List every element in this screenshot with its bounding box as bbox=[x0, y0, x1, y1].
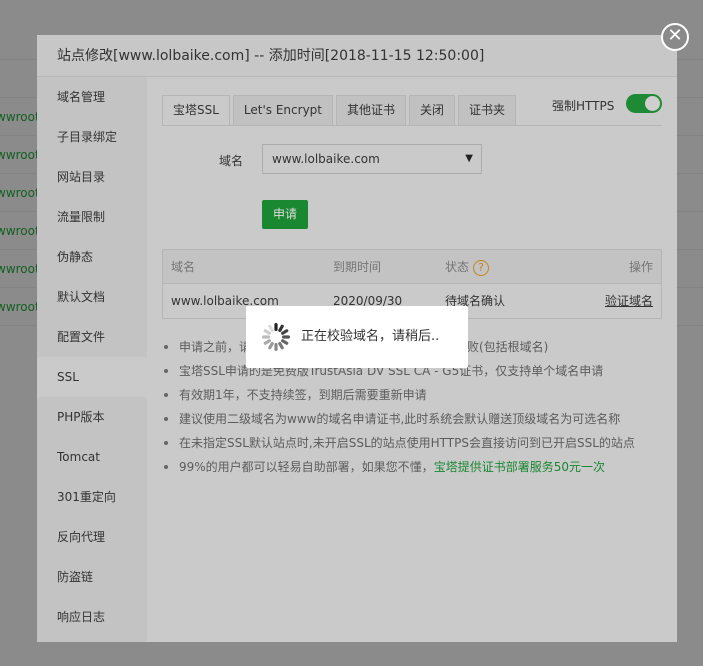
dialog-title: 站点修改[www.lolbaike.com] -- 添加时间[2018-11-1… bbox=[37, 35, 677, 77]
note-text: 99%的用户都可以轻易自助部署，如果您不懂， bbox=[179, 460, 434, 474]
spinner-icon bbox=[262, 323, 290, 351]
help-icon[interactable]: ? bbox=[473, 259, 490, 276]
force-https-label: 强制HTTPS bbox=[552, 99, 615, 113]
sidebar-item-301-redirect[interactable]: 301重定向 bbox=[37, 477, 147, 517]
close-icon[interactable]: ✕ bbox=[661, 23, 689, 51]
sidebar-item-hotlink-protection[interactable]: 防盗链 bbox=[37, 557, 147, 597]
sidebar-item-reverse-proxy[interactable]: 反向代理 bbox=[37, 517, 147, 557]
list-item: 有效期1年，不支持续签，到期后需要重新申请 bbox=[162, 383, 672, 407]
sidebar-item-response-log[interactable]: 响应日志 bbox=[37, 597, 147, 637]
column-header-action: 操作 bbox=[628, 260, 653, 274]
sidebar-item-php-version[interactable]: PHP版本 bbox=[37, 397, 147, 437]
column-header-domain: 域名 bbox=[171, 260, 196, 274]
domain-label: 域名 bbox=[219, 154, 244, 168]
table-header: 域名 到期时间 状态? 操作 bbox=[163, 250, 661, 284]
list-item: 99%的用户都可以轻易自助部署，如果您不懂，宝塔提供证书部署服务50元一次 bbox=[162, 455, 672, 479]
list-item: 在未指定SSL默认站点时,未开启SSL的站点使用HTTPS会直接访问到已开启SS… bbox=[162, 431, 672, 455]
apply-button[interactable]: 申请 bbox=[262, 200, 308, 229]
sidebar-item-traffic-limit[interactable]: 流量限制 bbox=[37, 197, 147, 237]
ssl-tabs: 宝塔SSL Let's Encrypt 其他证书 关闭 证书夹 bbox=[162, 95, 519, 126]
sidebar-item-default-document[interactable]: 默认文档 bbox=[37, 277, 147, 317]
tab-divider bbox=[162, 125, 662, 126]
deploy-service-link[interactable]: 宝塔提供证书部署服务50元一次 bbox=[434, 460, 605, 474]
domain-select[interactable]: www.lolbaike.com ▼ bbox=[262, 144, 482, 174]
tab-baota-ssl[interactable]: 宝塔SSL bbox=[162, 95, 230, 126]
sidebar-item-rewrite[interactable]: 伪静态 bbox=[37, 237, 147, 277]
tab-close[interactable]: 关闭 bbox=[409, 95, 456, 125]
tab-lets-encrypt[interactable]: Let's Encrypt bbox=[232, 95, 333, 125]
sidebar-item-subdirectory-binding[interactable]: 子目录绑定 bbox=[37, 117, 147, 157]
sidebar-item-site-directory[interactable]: 网站目录 bbox=[37, 157, 147, 197]
tab-certificate-folder[interactable]: 证书夹 bbox=[458, 95, 517, 125]
sidebar-item-config-file[interactable]: 配置文件 bbox=[37, 317, 147, 357]
sidebar-item-ssl[interactable]: SSL bbox=[37, 357, 147, 397]
status-header-label: 状态 bbox=[445, 260, 470, 274]
loading-toast: 正在校验域名，请稍后.. bbox=[246, 306, 468, 368]
tab-other-certificate[interactable]: 其他证书 bbox=[336, 95, 407, 125]
column-header-status: 状态? bbox=[445, 250, 490, 284]
verify-domain-link[interactable]: 验证域名 bbox=[605, 284, 653, 318]
sidebar-item-domain-management[interactable]: 域名管理 bbox=[37, 77, 147, 117]
domain-select-value: www.lolbaike.com bbox=[272, 152, 380, 166]
toggle-knob bbox=[645, 96, 660, 111]
column-header-expire: 到期时间 bbox=[333, 260, 382, 274]
dialog-sidebar: 域名管理 子目录绑定 网站目录 流量限制 伪静态 默认文档 配置文件 SSL P… bbox=[37, 77, 147, 642]
list-item: 建议使用二级域名为www的域名申请证书,此时系统会默认赠送顶级域名为可选名称 bbox=[162, 407, 672, 431]
caret-down-icon: ▼ bbox=[465, 153, 473, 164]
force-https-toggle[interactable] bbox=[626, 94, 662, 113]
sidebar-item-tomcat[interactable]: Tomcat bbox=[37, 437, 147, 477]
loading-text: 正在校验域名，请稍后.. bbox=[301, 329, 440, 344]
